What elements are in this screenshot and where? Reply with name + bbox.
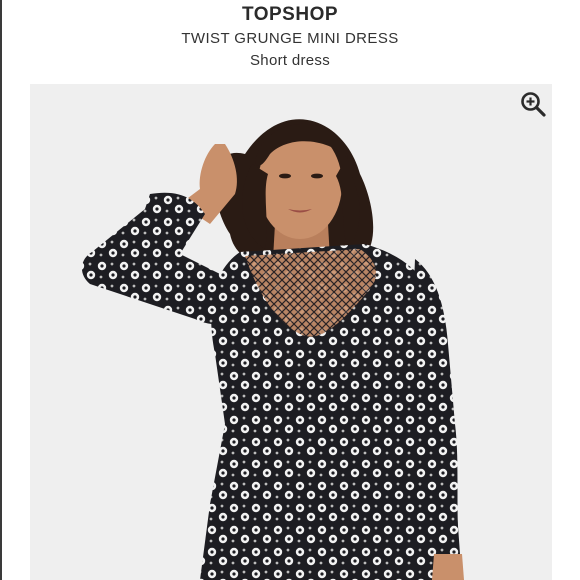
model-illustration — [81, 119, 464, 580]
zoom-in-icon[interactable] — [519, 90, 547, 118]
product-title: TWIST GRUNGE MINI DRESS — [181, 30, 399, 47]
brand-name[interactable]: TOPSHOP — [0, 4, 580, 26]
product-photo[interactable] — [30, 84, 552, 580]
product-category: Short dress — [250, 52, 330, 69]
left-border — [0, 0, 2, 580]
